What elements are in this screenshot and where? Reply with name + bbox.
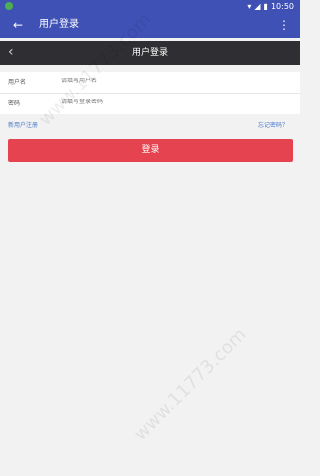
battery-icon: ▮: [263, 1, 268, 11]
notification-icon: [5, 2, 13, 10]
page-title: 用户登录: [131, 48, 168, 58]
password-row: 密码: [0, 93, 300, 114]
watermark: www.11773.com: [130, 324, 251, 445]
password-input[interactable]: [61, 99, 261, 105]
username-row: 用户名: [0, 72, 300, 94]
signal-icon: ◢: [254, 1, 261, 11]
username-input[interactable]: [61, 78, 261, 84]
overflow-menu-icon[interactable]: ⋮: [278, 17, 290, 33]
status-icons: ▾ ◢ ▮ 10:50: [247, 0, 294, 12]
login-button[interactable]: 登录: [8, 139, 293, 162]
app-bar: ← 用户登录 ⋮: [0, 12, 300, 38]
back-arrow-icon[interactable]: ←: [13, 16, 23, 34]
page-header: ‹ 用户登录: [0, 41, 300, 65]
forgot-password-link[interactable]: 忘记密码？: [258, 120, 288, 129]
status-bar: ▾ ◢ ▮ 10:50: [0, 0, 300, 12]
app-title: 用户登录: [39, 19, 79, 30]
wifi-icon: ▾: [247, 1, 252, 11]
status-time: 10:50: [270, 1, 294, 11]
register-link[interactable]: 新用户注册: [8, 120, 38, 129]
login-form: 用户名 密码: [0, 72, 300, 114]
username-label: 用户名: [8, 79, 27, 86]
password-label: 密码: [8, 100, 21, 107]
